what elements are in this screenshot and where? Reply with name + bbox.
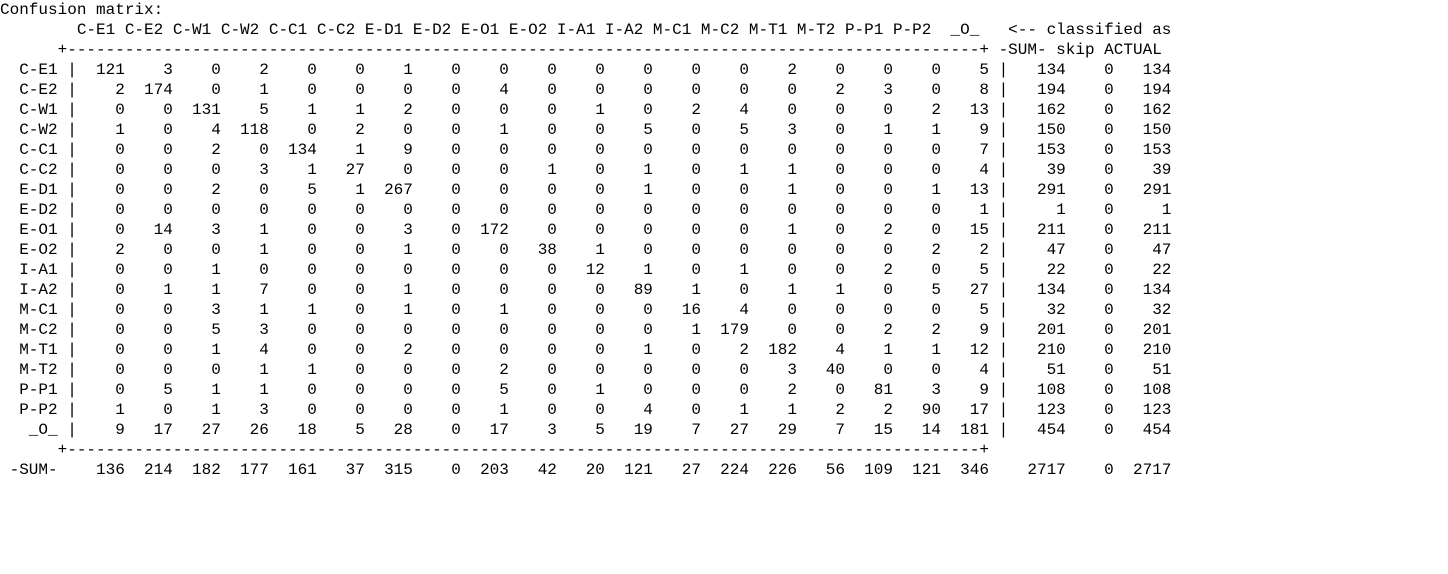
confusion-matrix-output: Confusion matrix: C-E1 C-E2 C-W1 C-W2 C-… xyxy=(0,0,1448,480)
